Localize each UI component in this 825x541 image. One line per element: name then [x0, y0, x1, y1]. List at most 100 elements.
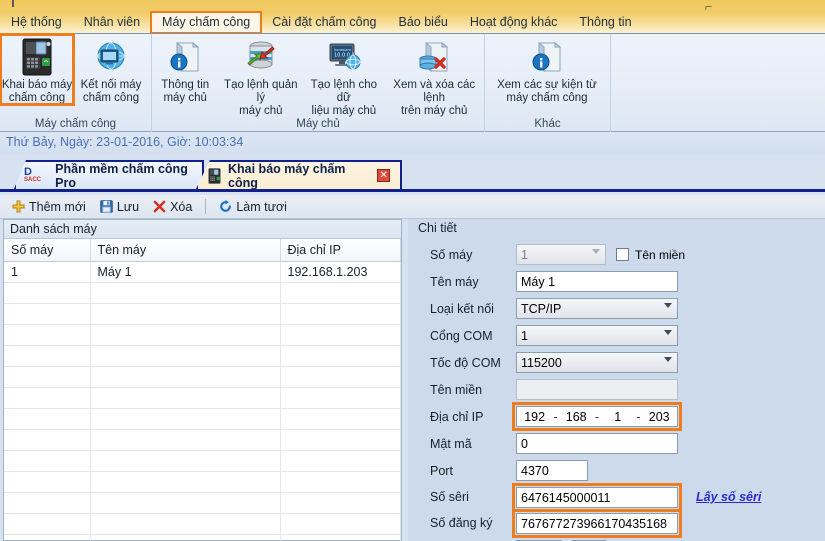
- menu-item-bao-bieu[interactable]: Báo biểu: [388, 12, 459, 33]
- table-row[interactable]: [4, 429, 401, 451]
- save-floppy-icon: [100, 200, 113, 213]
- ribbon-button-label: Kết nối máy chấm công: [80, 79, 142, 104]
- ip-octet-2[interactable]: 168: [564, 410, 588, 424]
- connection-type-select[interactable]: TCP/IP: [516, 298, 678, 319]
- ribbon-button-xem-cac-su-kien-tu-may-cham-cong[interactable]: Xem các sự kiện từ máy chấm công: [485, 34, 609, 105]
- machine-number-select[interactable]: 1: [516, 244, 606, 265]
- ribbon-button-label: Xem các sự kiện từ máy chấm công: [497, 79, 597, 104]
- machine-list-table[interactable]: Số máy Tên máy Địa chỉ IP 1 Máy 1 192.16…: [4, 239, 401, 541]
- cell-empty: [280, 513, 401, 535]
- cell-empty: [4, 429, 91, 451]
- menu-item-hoat-dong-khac[interactable]: Hoạt động khác: [459, 12, 569, 33]
- column-header-ten-may[interactable]: Tên máy: [90, 239, 281, 262]
- monitor-network-icon: hardware 10.0.0.1: [324, 37, 364, 77]
- cell-empty: [280, 534, 401, 541]
- machine-list-panel: Danh sách máy Số máy Tên máy Địa chỉ IP …: [3, 219, 402, 541]
- ribbon-button-label: Khai báo máy chấm công: [1, 79, 73, 104]
- ribbon-button-label: Tạo lệnh cho dữ liệu máy chủ: [310, 79, 378, 117]
- domain-checkbox[interactable]: [616, 248, 629, 261]
- cell-empty: [280, 324, 401, 346]
- table-row[interactable]: [4, 324, 401, 346]
- menu-item-he-thong[interactable]: Hệ thống: [0, 12, 73, 33]
- table-row[interactable]: [4, 408, 401, 430]
- get-serial-link[interactable]: Lấy số sêri: [696, 490, 761, 504]
- network-globe-icon: [91, 37, 131, 77]
- menu-item-cai-dat-cham-cong[interactable]: Cài đặt chấm công: [261, 12, 387, 33]
- title-bar-mark: ⌐: [705, 0, 713, 14]
- main-menubar: Hệ thống Nhân viên Máy chấm công Cài đặt…: [0, 11, 643, 34]
- attendance-terminal-icon: [206, 167, 223, 185]
- table-row[interactable]: [4, 492, 401, 514]
- table-row[interactable]: [4, 282, 401, 304]
- cell-empty: [90, 492, 281, 514]
- table-row[interactable]: 1 Máy 1 192.168.1.203: [4, 261, 401, 283]
- domain-name-input[interactable]: [516, 379, 678, 400]
- ribbon-button-thong-tin-may-chu[interactable]: Thông tin máy chủ: [152, 34, 218, 105]
- cell-empty: [4, 387, 91, 409]
- domain-checkbox-group[interactable]: Tên miền: [616, 248, 685, 262]
- cell-empty: [4, 471, 91, 493]
- ip-octet-4[interactable]: 203: [647, 410, 671, 424]
- content-area: Danh sách máy Số máy Tên máy Địa chỉ IP …: [0, 219, 825, 541]
- close-icon[interactable]: ✕: [377, 169, 390, 182]
- menu-item-may-cham-cong[interactable]: Máy chấm công: [150, 11, 263, 34]
- cell-empty: [90, 534, 281, 541]
- ip-octet-1[interactable]: 192: [523, 410, 547, 424]
- ip-address-input[interactable]: 192 - 168 - 1 - 203: [512, 402, 682, 431]
- field-row-port: Port 4370: [408, 457, 825, 484]
- add-new-button[interactable]: Thêm mới: [6, 198, 92, 216]
- table-row[interactable]: [4, 387, 401, 409]
- label-mat-ma: Mật mã: [430, 436, 472, 451]
- document-tab-label: Khai báo máy chấm công: [228, 161, 346, 190]
- chevron-down-icon: [664, 357, 672, 362]
- delete-x-icon: [153, 200, 166, 213]
- ribbon-group-title: Máy chấm công: [34, 118, 117, 130]
- com-speed-select[interactable]: 115200: [516, 352, 678, 373]
- serial-number-input[interactable]: 6476145000011: [512, 482, 682, 512]
- refresh-icon: [219, 200, 232, 213]
- table-row[interactable]: [4, 471, 401, 493]
- machine-name-input[interactable]: Máy 1: [516, 271, 678, 292]
- server-info-icon: [527, 37, 567, 77]
- table-row[interactable]: [4, 366, 401, 388]
- table-row[interactable]: [4, 345, 401, 367]
- com-port-select[interactable]: 1: [516, 325, 678, 346]
- ribbon-button-ket-noi-may-cham-cong[interactable]: Kết nối máy chấm công: [74, 34, 148, 105]
- password-input[interactable]: 0: [516, 433, 678, 454]
- registration-number-input[interactable]: 767677273966170435168: [512, 508, 682, 538]
- table-row[interactable]: [4, 513, 401, 535]
- cell-empty: [4, 345, 91, 367]
- cell-empty: [90, 513, 281, 535]
- delete-button[interactable]: Xóa: [147, 198, 198, 216]
- table-row[interactable]: [4, 534, 401, 541]
- document-tab-phan-mem-cham-cong-pro[interactable]: D SACC Phần mềm chấm công Pro: [14, 160, 204, 189]
- application-window: ⌐ Hệ thống Nhân viên Máy chấm công Cài đ…: [0, 0, 825, 541]
- port-input[interactable]: 4370: [516, 460, 588, 481]
- document-tab-khai-bao-may-cham-cong[interactable]: Khai báo máy chấm công ✕: [196, 160, 402, 189]
- title-bar-stub: [12, 0, 14, 7]
- label-so-seri: Số sêri: [430, 490, 469, 504]
- column-header-so-may[interactable]: Số máy: [4, 239, 91, 262]
- field-row-mau: Màu: [408, 536, 825, 541]
- save-button[interactable]: Lưu: [94, 198, 145, 216]
- menu-item-nhan-vien[interactable]: Nhân viên: [73, 12, 151, 33]
- cell-empty: [280, 387, 401, 409]
- column-header-dia-chi-ip[interactable]: Địa chỉ IP: [280, 239, 401, 262]
- refresh-label: Làm tươi: [236, 199, 287, 214]
- table-row[interactable]: [4, 450, 401, 472]
- tabstrip-underline: [0, 189, 825, 192]
- ip-octet-3[interactable]: 1: [606, 410, 630, 424]
- ribbon-button-tao-lenh-cho-du-lieu-may-chu[interactable]: hardware 10.0.0.1 Tạo lệnh cho dữ liệu m…: [303, 34, 384, 118]
- cell-empty: [4, 366, 91, 388]
- ribbon-button-tao-lenh-quan-ly-may-chu[interactable]: Tạo lệnh quản lý máy chủ: [218, 34, 303, 118]
- ip-separator: -: [636, 409, 641, 424]
- label-ten-mien: Tên miền: [430, 382, 483, 397]
- table-row[interactable]: [4, 303, 401, 325]
- ribbon-button-xem-va-xoa-cac-lenh-tren-may-chu[interactable]: Xem và xóa các lệnh trên máy chủ: [384, 34, 484, 118]
- cell-empty: [90, 303, 281, 325]
- ribbon-button-khai-bao-may-cham-cong[interactable]: Khai báo máy chấm công: [0, 33, 75, 106]
- refresh-button[interactable]: Làm tươi: [213, 198, 293, 216]
- field-row-so-may: Số máy 1 Tên miền: [408, 241, 825, 268]
- label-cong-com: Cổng COM: [430, 328, 493, 343]
- menu-item-thong-tin[interactable]: Thông tin: [568, 12, 642, 33]
